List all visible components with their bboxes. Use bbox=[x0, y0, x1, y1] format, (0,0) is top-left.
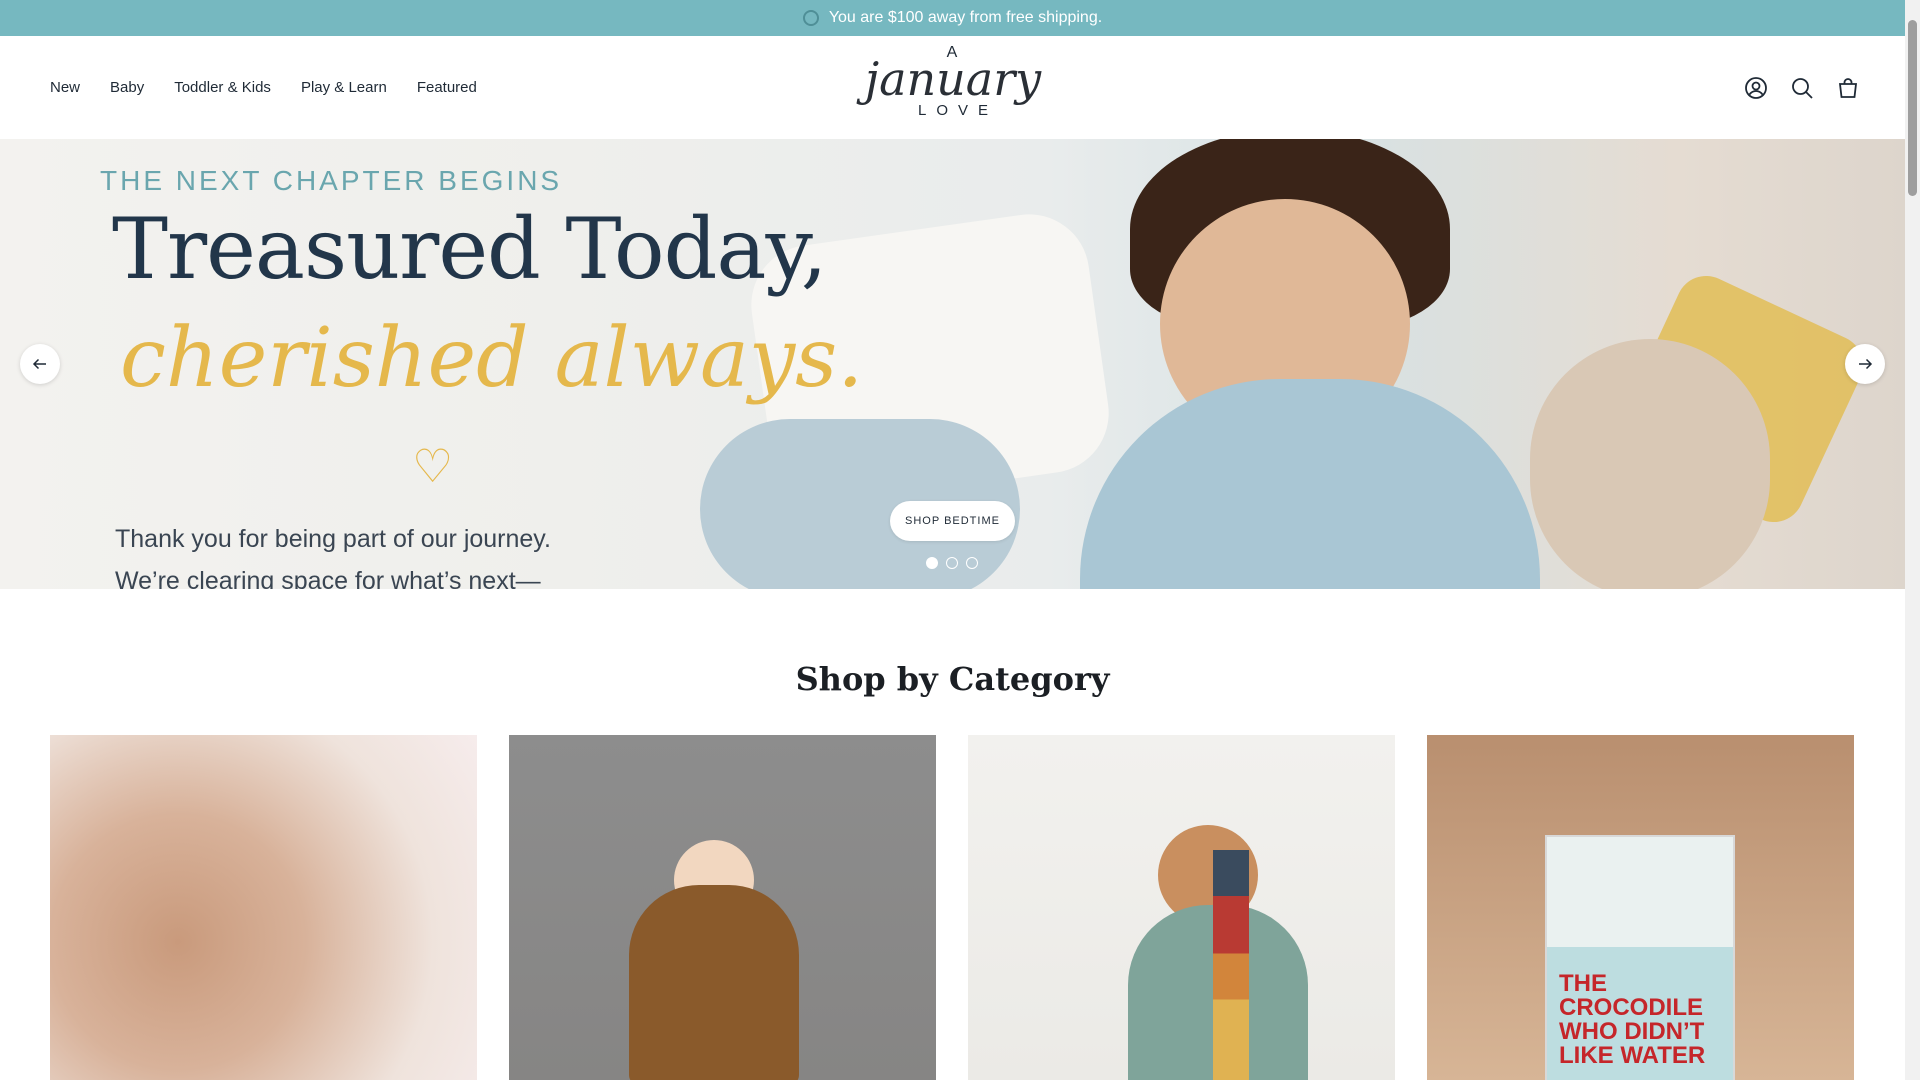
section-title: Shop by Category bbox=[795, 660, 1110, 698]
card-image-book: THE CROCODILE WHO DIDN’T LIKE WATER bbox=[1545, 835, 1735, 1080]
header-icons bbox=[1744, 36, 1860, 139]
site-header: New Baby Toddler & Kids Play & Learn Fea… bbox=[0, 36, 1905, 139]
logo-script: january bbox=[864, 52, 1042, 106]
progress-ring-icon bbox=[802, 10, 819, 26]
category-card-featured[interactable]: THE CROCODILE WHO DIDN’T LIKE WATER bbox=[1427, 735, 1854, 1080]
hero-slideshow: THE NEXT CHAPTER BEGINS Treasured Today,… bbox=[0, 139, 1905, 589]
category-grid: THE CROCODILE WHO DIDN’T LIKE WATER bbox=[50, 735, 1854, 1080]
announcement-text: You are $100 away from free shipping. bbox=[828, 9, 1103, 26]
hero-image-bunny-plush bbox=[1530, 339, 1770, 589]
arrow-right-icon bbox=[1859, 358, 1873, 370]
hero-kicker: THE NEXT CHAPTER BEGINS bbox=[100, 165, 563, 196]
account-icon[interactable] bbox=[1744, 76, 1768, 100]
category-card-baby[interactable] bbox=[50, 735, 477, 1080]
category-card-toddler-kids[interactable] bbox=[509, 735, 936, 1080]
category-card-play-learn[interactable] bbox=[968, 735, 1395, 1080]
slide-dot-1[interactable] bbox=[926, 557, 938, 569]
card-image-block-tower bbox=[1213, 850, 1249, 1080]
hero-body-line-2: We’re clearing space for what’s next— bbox=[115, 567, 541, 589]
hero-headline: Treasured Today, bbox=[112, 200, 827, 298]
slide-prev-button[interactable] bbox=[20, 344, 60, 384]
nav-item-new[interactable]: New bbox=[50, 79, 80, 96]
book-title: THE CROCODILE WHO DIDN’T LIKE WATER bbox=[1559, 970, 1706, 1069]
heart-icon: ♡ bbox=[412, 440, 454, 492]
search-icon[interactable] bbox=[1790, 76, 1814, 100]
scrollbar-thumb[interactable] bbox=[1908, 20, 1917, 196]
page-scrollbar[interactable] bbox=[1905, 0, 1920, 1080]
slide-dot-3[interactable] bbox=[966, 557, 978, 569]
slide-next-button[interactable] bbox=[1845, 344, 1885, 384]
nav-item-play-learn[interactable]: Play & Learn bbox=[301, 79, 387, 96]
card-image-toddler-cardigan bbox=[629, 885, 799, 1080]
nav-item-featured[interactable]: Featured bbox=[417, 79, 477, 96]
main-nav: New Baby Toddler & Kids Play & Learn Fea… bbox=[50, 36, 477, 139]
logo-bottom: LOVE bbox=[917, 102, 999, 119]
arrow-left-icon bbox=[32, 358, 46, 370]
slide-dots bbox=[926, 557, 978, 569]
brand-logo[interactable]: A january LOVE bbox=[835, 42, 1071, 134]
hero-script-line: cherished always. bbox=[120, 311, 864, 406]
hero-body-line-1: Thank you for being part of our journey. bbox=[115, 525, 551, 553]
slide-dot-2[interactable] bbox=[946, 557, 958, 569]
shop-bedtime-button[interactable]: SHOP BEDTIME bbox=[890, 501, 1015, 541]
announcement-bar: You are $100 away from free shipping. bbox=[0, 0, 1905, 36]
cart-icon[interactable] bbox=[1836, 76, 1860, 100]
nav-item-baby[interactable]: Baby bbox=[110, 79, 144, 96]
nav-item-toddler-kids[interactable]: Toddler & Kids bbox=[174, 79, 271, 96]
hero-image-girl-pajamas bbox=[1080, 379, 1540, 589]
